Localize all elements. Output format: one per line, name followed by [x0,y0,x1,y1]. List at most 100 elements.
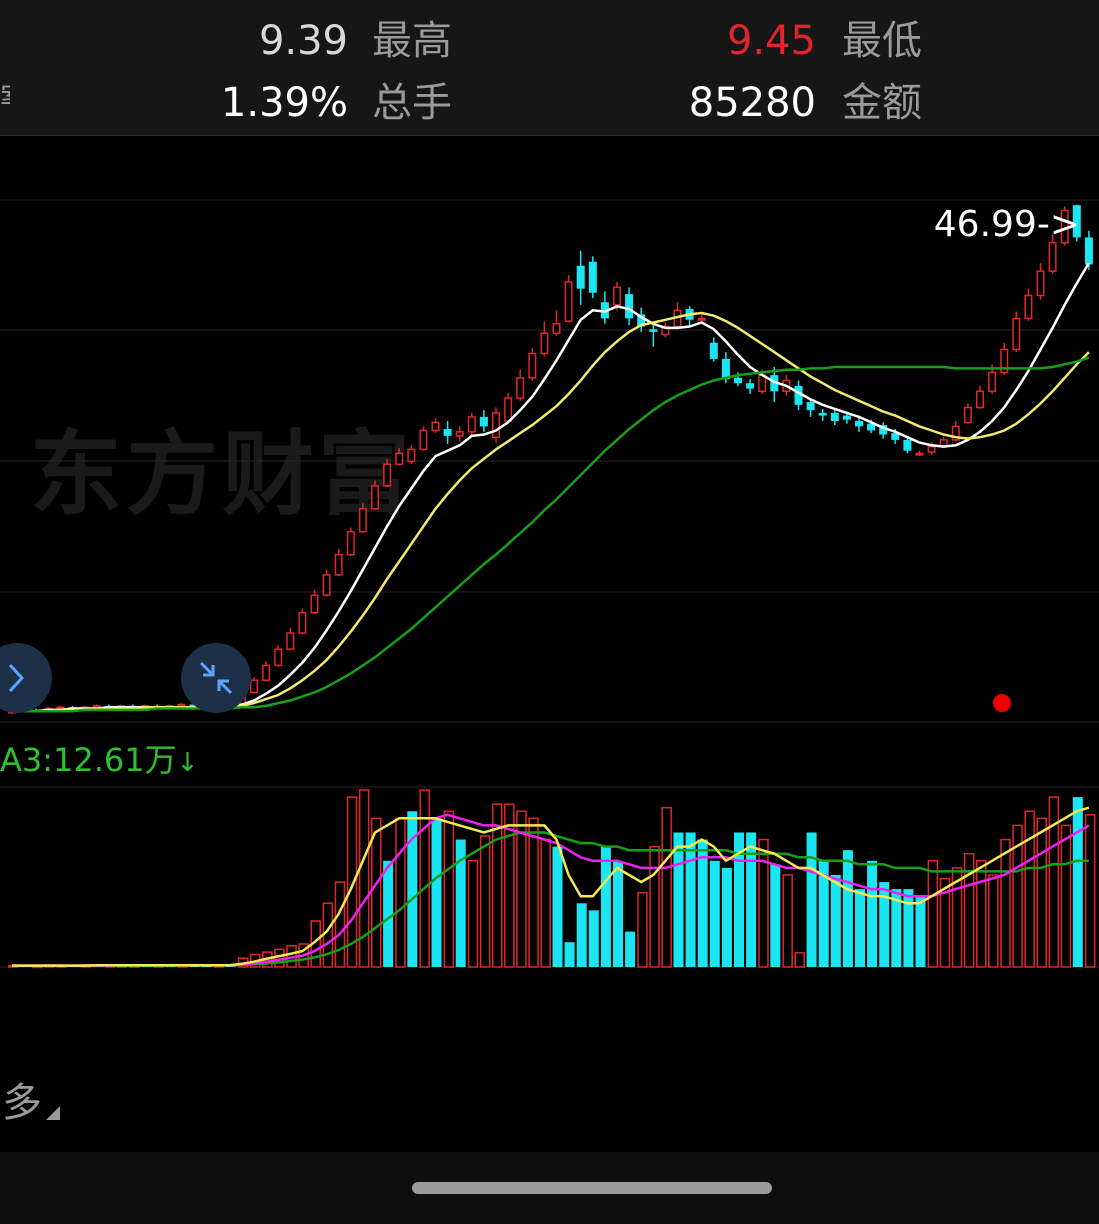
quote-header: 案 9.39 最高 9.45 最低 1.39% 总手 85280 金额 [0,0,1099,135]
volume-bar [479,835,491,968]
clipped-left-label: 案 [0,74,10,104]
candle-body [455,431,464,437]
chevron-right-icon [8,663,25,693]
volume-bar [540,838,551,968]
volume-bar [685,832,696,967]
volume-bar [806,832,817,967]
candle-body [625,294,634,319]
volume-bar [1036,817,1047,968]
candle-body [830,412,839,421]
volume-bar [334,881,346,968]
kline-chart[interactable]: 46.99-> [0,136,1099,1016]
candle-body [1024,294,1033,320]
corner-triangle-icon [46,1106,60,1120]
candle-body [286,632,295,650]
volume-bar [988,874,999,968]
volume-bar [661,806,672,968]
candle-body [262,664,271,681]
candle-body [927,445,936,453]
candle-body [250,679,258,694]
low-value: 9.45 [726,18,816,64]
volume-bar [443,810,455,968]
candle-body [1084,237,1093,265]
collapse-button[interactable] [181,643,251,713]
volume-bar [564,942,575,967]
candle-body [358,508,367,533]
candle-body [407,448,416,463]
volume-bar [976,860,987,968]
candle-body [467,416,476,433]
low-label: 最低 [842,18,922,64]
candle-body [709,342,718,359]
candle-body [588,261,597,293]
volume-bar [395,817,406,968]
volume-bar [794,952,805,968]
volume-bar [467,860,479,968]
candle-body [479,416,488,427]
volume-bar [552,846,563,967]
volume-bar [903,889,914,967]
candle-body [576,265,585,289]
candle-body [504,397,513,422]
volume-bar [649,845,660,968]
volume-bar [371,817,382,968]
volume-bar [842,850,853,967]
candle-body [310,594,319,614]
volume-bar [855,889,865,967]
volume-bar [431,818,442,967]
candle-body [322,574,331,596]
volume-bar [1024,810,1035,968]
candle-body [1048,242,1057,272]
candle-body [976,390,984,409]
candle-body [383,463,392,487]
candle-body [988,371,997,393]
candle-body [274,648,283,667]
volume-bar [637,891,648,968]
candle-body [419,429,428,451]
candle-body [431,421,440,432]
candle-body [963,406,972,424]
candle-body [564,281,573,322]
more-button[interactable]: 多 [2,1070,42,1128]
volume-bar [588,910,599,967]
volume-bar [915,896,926,967]
candle-body [552,323,561,334]
candle-body [395,452,404,465]
volume-bar [830,874,841,967]
volume-bar [782,874,793,968]
amount-value: 85280 [688,80,816,126]
home-indicator[interactable] [412,1182,772,1194]
candle-body [492,412,500,438]
volume-bar [419,789,430,968]
volume-bar [1084,814,1096,968]
candle-body [842,415,851,420]
volume-bar [879,882,890,967]
volume-bar [1060,824,1072,968]
volume-bar [600,846,611,967]
candle-body [818,412,827,416]
volume-bar [528,817,539,968]
max-price-label: 46.99-> [934,204,1080,245]
volume-bars [8,789,1096,969]
red-dot-marker [993,694,1011,712]
candle-body [915,452,924,456]
candle-body [806,402,815,411]
candle-body [1012,317,1021,351]
volume-bar [770,864,781,967]
candle-body [734,377,742,384]
amount-label: 金额 [842,80,922,126]
volume-bar [758,838,769,968]
turnover-value: 1.39% [220,80,348,126]
candle-body [903,439,912,451]
volume-bar [358,789,370,968]
candle-body [528,352,537,379]
expand-button[interactable] [0,643,52,713]
volume-bar [576,903,587,967]
volume-bar [625,931,636,967]
candlesticks [8,205,1093,714]
candle-body [649,329,658,332]
candle-body [540,332,549,355]
compress-arrows-icon [199,661,233,695]
volume-bar [709,860,720,967]
candle-body [697,317,706,321]
